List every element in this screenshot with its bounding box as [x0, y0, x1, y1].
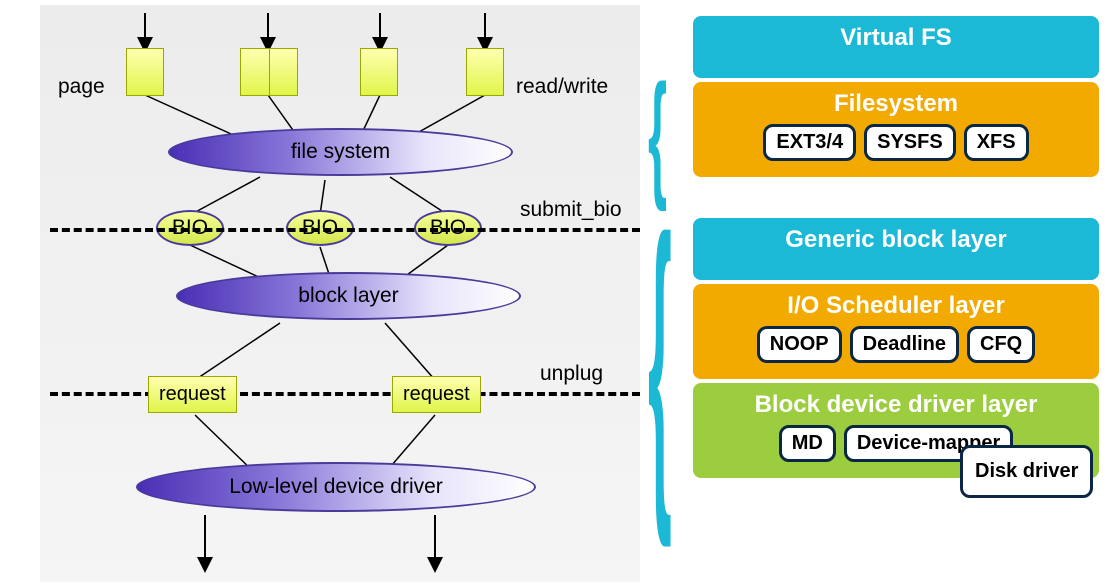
page-box	[466, 48, 504, 96]
lowlevel-text: Low-level device driver	[229, 475, 443, 499]
brace-icon: {	[648, 240, 672, 478]
iosched-layer: I/O Scheduler layer NOOP Deadline CFQ	[693, 284, 1099, 379]
fs-pill: EXT3/4	[763, 124, 856, 161]
submitbio-label: submit_bio	[520, 198, 622, 222]
fs-pill: XFS	[964, 124, 1029, 161]
iosched-pill: NOOP	[757, 326, 842, 363]
disk-driver-pill: Disk driver	[960, 445, 1093, 498]
filesystem-text: file system	[291, 140, 390, 164]
page-box-double	[240, 48, 298, 96]
iosched-items: NOOP Deadline CFQ	[757, 326, 1035, 363]
dashed-line-submit	[50, 228, 640, 232]
diagram-root: page read/write file system BIO BIO BIO …	[0, 0, 1118, 587]
iosched-pill: Deadline	[850, 326, 959, 363]
unplug-label: unplug	[540, 362, 603, 386]
virtualfs-title: Virtual FS	[840, 24, 952, 52]
request-box: request	[392, 376, 481, 413]
driver-pill: MD	[779, 425, 836, 462]
readwrite-label: read/write	[516, 75, 608, 99]
virtualfs-layer: Virtual FS	[693, 16, 1099, 78]
filesystem-layer: Filesystem EXT3/4 SYSFS XFS	[693, 82, 1099, 177]
fs-pill: SYSFS	[864, 124, 956, 161]
iosched-pill: CFQ	[967, 326, 1035, 363]
filesystem-title: Filesystem	[834, 90, 958, 118]
blocklayer-text: block layer	[298, 284, 398, 308]
request-box: request	[148, 376, 237, 413]
fs-items: EXT3/4 SYSFS XFS	[763, 124, 1028, 161]
dashed-line-unplug	[50, 392, 640, 396]
page-box	[360, 48, 398, 96]
generic-block-layer: Generic block layer	[693, 218, 1099, 280]
driver-title: Block device driver layer	[755, 391, 1038, 419]
filesystem-ellipse: file system	[168, 128, 513, 176]
page-box	[126, 48, 164, 96]
page-label: page	[58, 75, 105, 99]
blocklayer-ellipse: block layer	[176, 272, 521, 320]
lowlevel-ellipse: Low-level device driver	[136, 462, 536, 512]
iosched-title: I/O Scheduler layer	[787, 292, 1004, 320]
generic-title: Generic block layer	[785, 226, 1006, 254]
